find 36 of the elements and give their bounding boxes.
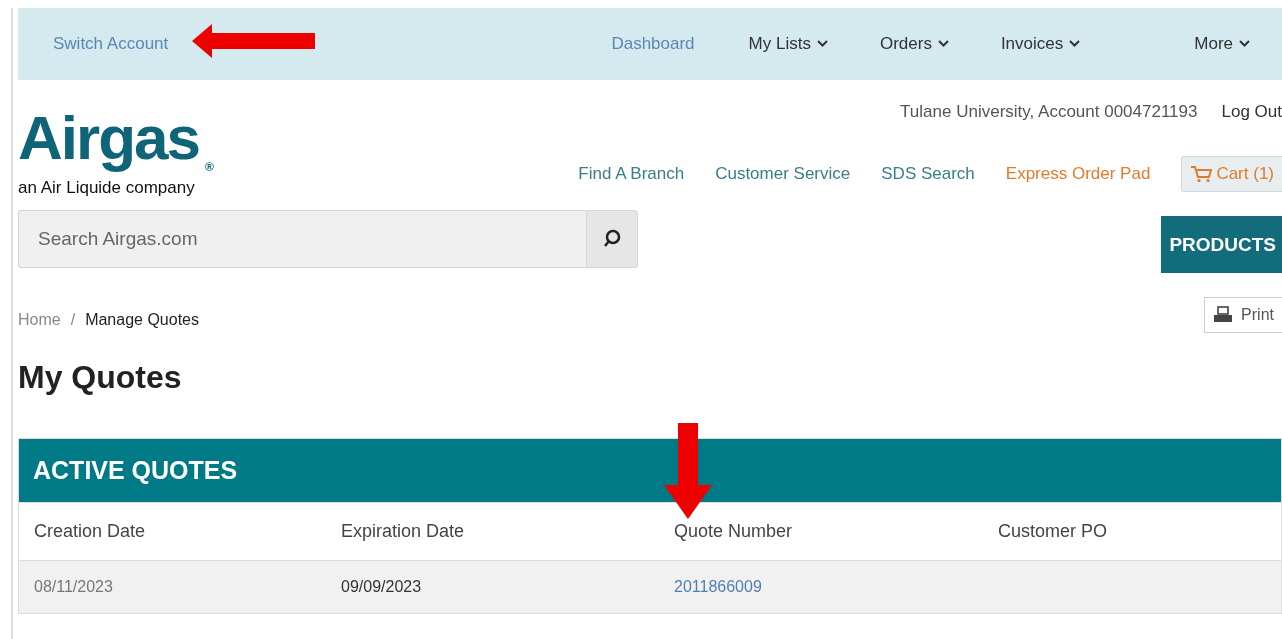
logo-tagline: an Air Liquide company	[18, 178, 196, 198]
nav-dropdown[interactable]: More	[1194, 34, 1250, 54]
page-title: My Quotes	[18, 359, 183, 396]
logo[interactable]: Airgas®	[18, 102, 216, 174]
breadcrumb-separator: /	[70, 311, 76, 329]
chevron-down-icon	[1069, 40, 1081, 48]
chevron-down-icon	[1239, 40, 1250, 48]
nav-dropdown[interactable]: Invoices	[1000, 34, 1081, 54]
column-header: Expiration Date	[341, 521, 466, 542]
chevron-down-icon	[816, 40, 828, 48]
column-header: Customer PO	[998, 521, 1109, 542]
nav-dropdown[interactable]: Orders	[879, 34, 949, 54]
table-cell-text: 09/09/2023	[341, 578, 423, 596]
header-link[interactable]: SDS Search	[881, 164, 975, 184]
cart-icon	[1190, 165, 1213, 183]
printer-icon	[1213, 306, 1234, 324]
header-link[interactable]: Find A Branch	[578, 164, 685, 184]
column-header: Quote Number	[674, 521, 794, 542]
account-info: Tulane University, Account 0004721193	[900, 102, 1198, 122]
breadcrumb-link[interactable]: Manage Quotes	[85, 311, 199, 329]
header-link[interactable]: Customer Service	[715, 164, 851, 184]
quote-number-link[interactable]: 2011866009	[674, 578, 998, 596]
nav-link[interactable]: Dashboard	[611, 34, 695, 54]
print-button[interactable]: Print	[1204, 297, 1282, 333]
chevron-down-icon	[937, 40, 949, 48]
search-button[interactable]	[586, 210, 638, 268]
column-header: Creation Date	[34, 521, 147, 542]
products-button[interactable]: PRODUCTS	[1161, 216, 1282, 273]
logout-link[interactable]: Log Out	[1221, 102, 1282, 122]
search-field[interactable]: Search Airgas.com	[18, 210, 586, 268]
nav-dropdown[interactable]: My Lists	[748, 34, 828, 54]
panel-header: ACTIVE QUOTES	[19, 439, 1281, 502]
search-icon	[603, 229, 621, 249]
switch-account-link[interactable]: Switch Account	[53, 34, 169, 54]
breadcrumb-link[interactable]: Home	[18, 311, 61, 329]
table-cell-text: 08/11/2023	[34, 578, 114, 596]
